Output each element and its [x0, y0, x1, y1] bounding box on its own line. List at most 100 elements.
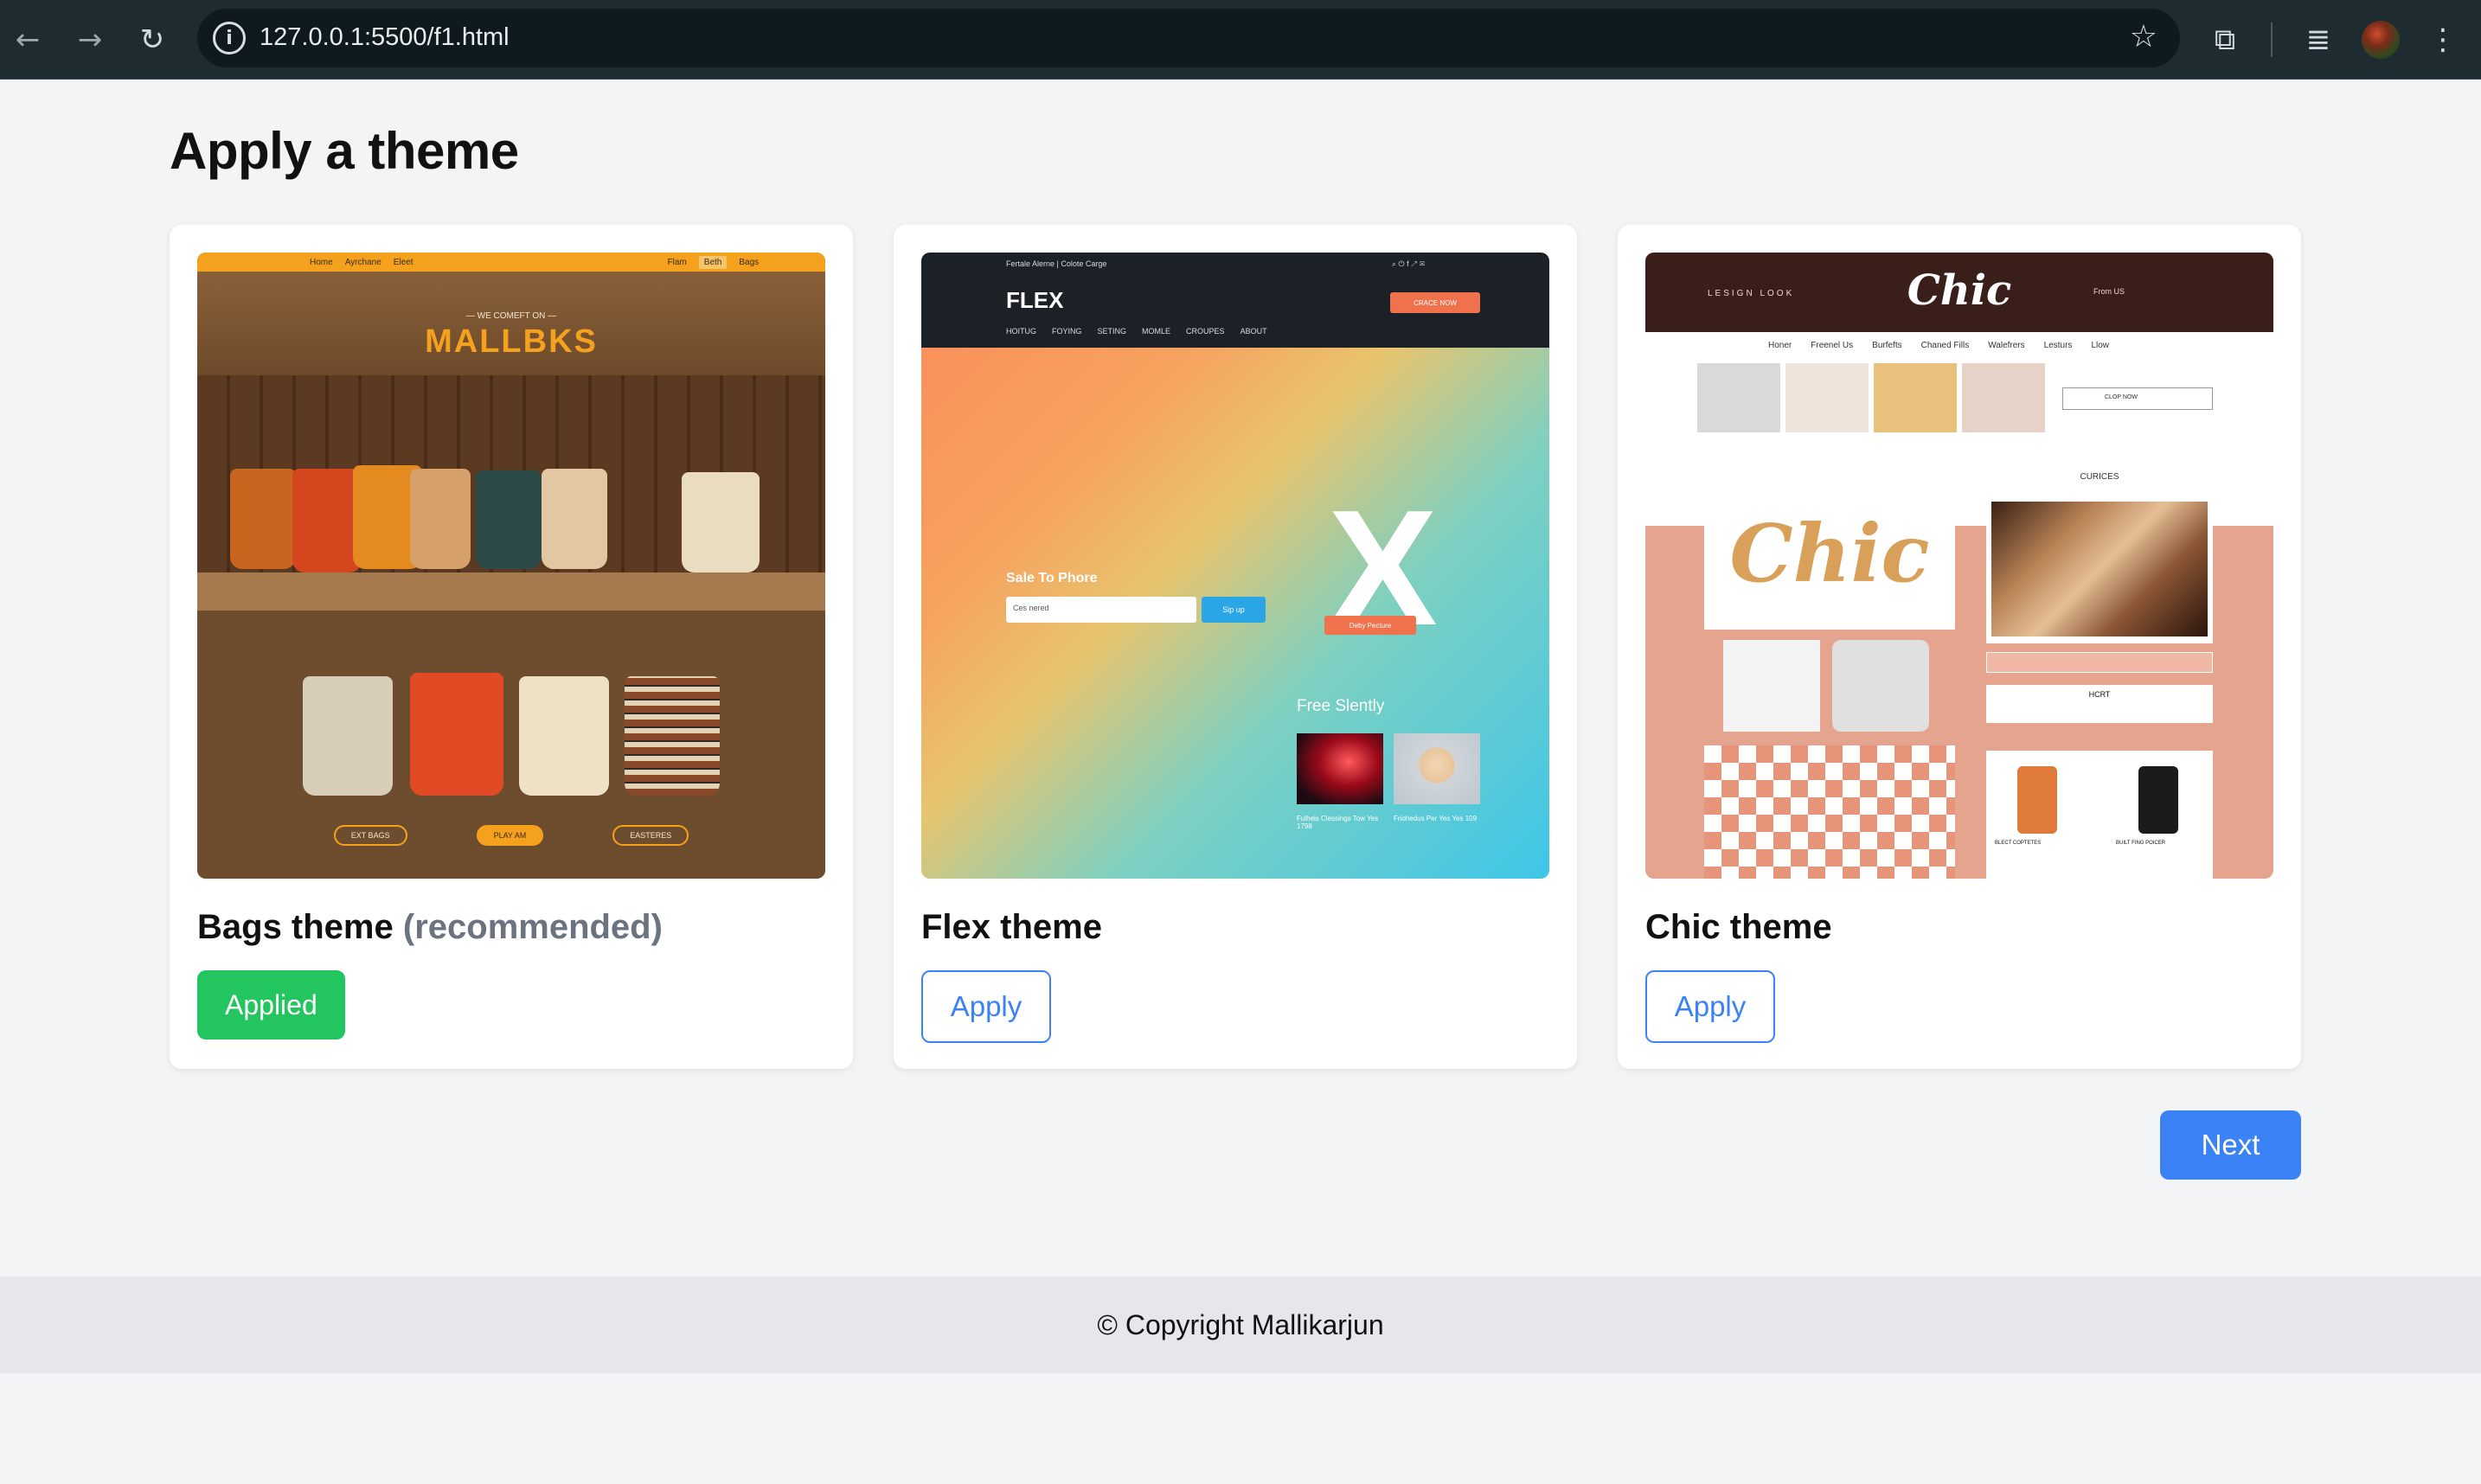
browser-toolbar: ← → ↻ i 127.0.0.1:5500/f1.html ☆ ⧉ ≣ ⋮: [0, 0, 2481, 80]
preview-nav-item: Eleet: [393, 257, 414, 267]
preview-nav-item: Honer: [1768, 341, 1792, 350]
preview-product-label: BUILT FING POICER: [2116, 841, 2166, 846]
preview-image: [1297, 733, 1383, 804]
preview-nav: Honer Freenel Us Burfefts Chaned Fills W…: [1768, 341, 2109, 350]
preview-nav-item: MOMLE: [1142, 327, 1171, 336]
url-text[interactable]: 127.0.0.1:5500/f1.html: [260, 23, 510, 52]
menu-icon[interactable]: ⋮: [2419, 16, 2467, 64]
preview-nav-item: SETING: [1097, 327, 1127, 336]
preview-search: CLOP NOW: [2062, 387, 2213, 410]
preview-product: [2017, 766, 2057, 834]
preview-image: [1991, 502, 2208, 636]
preview-nav-item: Bags: [739, 257, 760, 267]
preview-select: [1986, 652, 2213, 673]
preview-nav-item: Beth: [698, 255, 728, 269]
preview-nav-item: Flam: [667, 257, 687, 267]
preview-logo: Chic: [1907, 266, 2012, 315]
preview-brand: MALLBKS: [425, 323, 598, 360]
theme-name: Flex theme: [921, 908, 1102, 946]
apply-button[interactable]: Apply: [1645, 970, 1775, 1043]
preview-nav-item: Burfefts: [1872, 341, 1902, 350]
preview-nav-item: Llow: [2091, 341, 2110, 350]
preview-tagline: — WE COMEFT ON —: [465, 311, 557, 321]
preview-nav-item: Freenel Us: [1811, 341, 1854, 350]
preview-nav: Home Ayrchane Eleet Flam Beth Bags: [197, 253, 825, 272]
preview-card-title: CURICES: [2080, 472, 2119, 482]
preview-image: [1723, 640, 1820, 732]
preview-sale-heading: Sale To Phore: [1006, 571, 1098, 585]
preview-image: [1832, 640, 1929, 732]
bag-image: [625, 676, 720, 796]
preview-logo: FLEX: [1006, 287, 1064, 313]
theme-title: Flex theme: [921, 908, 1102, 947]
preview-signup: Sip up: [1202, 597, 1266, 623]
media-icon[interactable]: ≣: [2294, 16, 2343, 64]
preview-nav-item: Ayrchane: [344, 257, 381, 267]
apply-button[interactable]: Apply: [921, 970, 1051, 1043]
page-title: Apply a theme: [170, 122, 519, 180]
preview-nav-item: Chaned Fills: [1920, 341, 1970, 350]
extensions-icon[interactable]: ⧉: [2201, 16, 2249, 64]
theme-name: Chic theme: [1645, 908, 1832, 946]
preview-logo-large: Chic: [1704, 477, 1955, 630]
preview-nav-item: Lesturs: [2043, 341, 2073, 350]
preview-cta: CRACE NOW: [1390, 292, 1480, 313]
preview-pattern: [1704, 745, 1955, 879]
bag-image: [410, 469, 471, 569]
preview-free-heading: Free Slently: [1297, 697, 1385, 715]
applied-button[interactable]: Applied: [197, 970, 345, 1039]
preview-silk-card: CURICES: [1986, 467, 2213, 643]
theme-title: Bags theme (recommended): [197, 908, 663, 947]
preview-caption: Friohedus Per Yes Yes 109: [1394, 815, 1478, 822]
preview-image: [1962, 363, 2045, 432]
preview-product-label: BLECT COPTETES: [1995, 841, 2042, 846]
star-icon[interactable]: ☆: [2130, 19, 2157, 54]
avatar[interactable]: [2362, 21, 2400, 59]
theme-name: Bags theme: [197, 908, 394, 946]
preview-plank: [197, 572, 825, 611]
theme-card-flex: Fertale Alerne | Colote Carge ⌕ ⏻ f ↗ ✉ …: [894, 225, 1577, 1069]
preview-nav: HOITUG FOYING SETING MOMLE CROUPES ABOUT: [1006, 327, 1267, 336]
flex-theme-preview[interactable]: Fertale Alerne | Colote Carge ⌕ ⏻ f ↗ ✉ …: [921, 253, 1549, 879]
bag-image: [303, 676, 393, 796]
preview-nav-item: Home: [310, 257, 333, 267]
chic-theme-preview[interactable]: LESIGN LOOK Chic From US Honer Freenel U…: [1645, 253, 2273, 879]
theme-title: Chic theme: [1645, 908, 1832, 947]
bag-image: [542, 469, 607, 569]
preview-nav-item: HOITUG: [1006, 327, 1036, 336]
bag-image: [230, 469, 296, 569]
reload-icon[interactable]: ↻: [130, 17, 175, 62]
copyright-text: © Copyright Mallikarjun: [1097, 1308, 1384, 1340]
preview-pill: PLAY AM: [476, 825, 544, 846]
preview-product: [2138, 766, 2178, 834]
preview-badge: Deby Pecture: [1324, 616, 1416, 635]
preview-input: Ces nered: [1006, 597, 1196, 623]
next-button[interactable]: Next: [2160, 1110, 2301, 1180]
preview-image: [1697, 363, 1780, 432]
address-bar[interactable]: i 127.0.0.1:5500/f1.html ☆: [197, 9, 2180, 67]
forward-icon[interactable]: →: [67, 17, 112, 62]
preview-products: BLECT COPTETES BUILT FING POICER: [1986, 751, 2213, 879]
bag-image: [292, 469, 362, 572]
preview-image: [1394, 733, 1480, 804]
preview-pill: EASTERES: [612, 825, 689, 846]
recommended-label: (recommended): [402, 908, 663, 946]
back-icon[interactable]: ←: [5, 17, 50, 62]
preview-caption: Fulhels Clessings Tow Yes 1798: [1297, 815, 1379, 830]
info-icon[interactable]: i: [213, 22, 246, 54]
preview-image: [1874, 363, 1957, 432]
preview-social-icons: ⌕ ⏻ f ↗ ✉: [1392, 259, 1426, 268]
bag-image: [682, 472, 760, 572]
theme-card-chic: LESIGN LOOK Chic From US Honer Freenel U…: [1618, 225, 2301, 1069]
preview-pill: EXT BAGS: [333, 825, 407, 846]
preview-nav-item: FOYING: [1052, 327, 1082, 336]
bag-image: [519, 676, 609, 796]
preview-pills: EXT BAGS PLAY AM EASTERES: [197, 825, 825, 846]
bag-image: [410, 673, 503, 796]
preview-image: [1785, 363, 1869, 432]
bag-image: [476, 470, 542, 569]
footer: © Copyright Mallikarjun: [0, 1276, 2481, 1373]
preview-card-title: HCRT: [1986, 685, 2213, 723]
bags-theme-preview[interactable]: Home Ayrchane Eleet Flam Beth Bags — WE …: [197, 253, 825, 879]
preview-header-right: From US: [2093, 287, 2125, 296]
